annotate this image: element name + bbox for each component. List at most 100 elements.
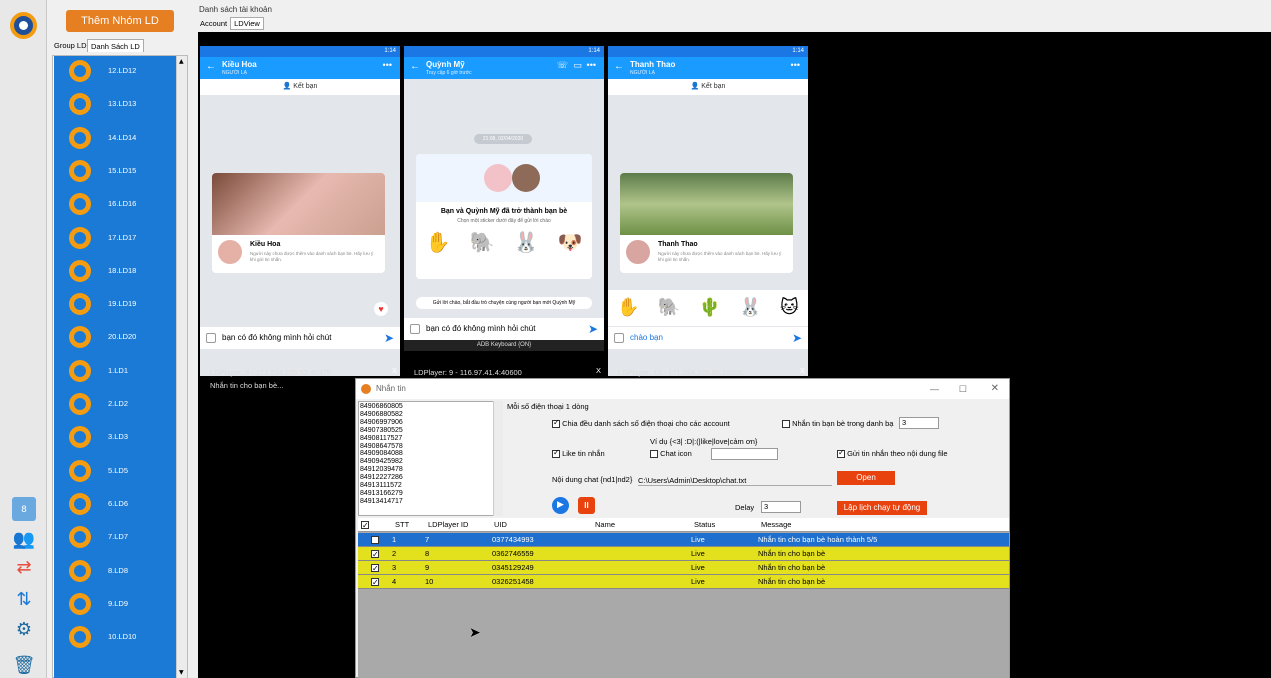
close-icon[interactable]: ✕ bbox=[991, 379, 999, 399]
pause-icon[interactable]: II bbox=[578, 497, 595, 514]
schedule-button[interactable]: Lập lịch chạy tự động bbox=[837, 501, 927, 515]
transfer-icon[interactable]: ⇅ bbox=[12, 588, 36, 612]
row-checkbox[interactable] bbox=[368, 547, 379, 561]
row-checkbox[interactable] bbox=[368, 575, 379, 589]
ld-list-item[interactable]: 10.LD10 bbox=[54, 622, 176, 655]
ld-list-scrollbar[interactable]: ▲ ▼ bbox=[176, 56, 187, 678]
select-all-checkbox[interactable] bbox=[361, 519, 369, 532]
ld-list-item[interactable]: 16.LD16 bbox=[54, 189, 176, 222]
emoji-icon[interactable] bbox=[614, 333, 624, 343]
like-checkbox[interactable] bbox=[552, 448, 560, 459]
phone-number-item[interactable]: 84909084088 bbox=[360, 450, 501, 458]
chat-icon-option[interactable]: Chat icon bbox=[650, 449, 692, 459]
wave-sticker-icon[interactable]: ✋ bbox=[426, 230, 451, 254]
friend-contacts-checkbox[interactable] bbox=[782, 420, 790, 429]
ld-list-item[interactable]: 1.LD1 bbox=[54, 356, 176, 389]
scroll-down-icon[interactable]: ▼ bbox=[179, 669, 184, 676]
message-input[interactable]: bạn có đó không mình hỏi chút ➤ bbox=[200, 327, 400, 349]
split-accounts-option[interactable]: Chia đều danh sách số điện thoại cho các… bbox=[552, 418, 730, 429]
close-phone-1[interactable]: X bbox=[392, 366, 397, 375]
close-phone-3[interactable]: X bbox=[800, 366, 805, 375]
calendar-icon[interactable]: 8 bbox=[12, 497, 36, 521]
ld-list-item[interactable]: 9.LD9 bbox=[54, 589, 176, 622]
more-icon[interactable]: ••• bbox=[791, 60, 800, 70]
play-icon[interactable]: ▶ bbox=[552, 497, 569, 514]
phone-number-list[interactable]: 84906860805 84906880582 84906997906 8490738… bbox=[358, 401, 503, 516]
phone-number-item[interactable]: 84906997906 bbox=[360, 419, 501, 427]
rabbit-sticker-icon[interactable]: 🐰 bbox=[514, 230, 539, 254]
table-row[interactable]: 1 7 0377434993 Live Nhắn tin cho bạn bè … bbox=[358, 533, 1009, 547]
rabbit-sticker-icon[interactable]: 🐰 bbox=[739, 290, 761, 326]
ld-list-item[interactable]: 15.LD15 bbox=[54, 156, 176, 189]
tab-group-ld[interactable]: Group LD bbox=[51, 39, 90, 52]
send-icon[interactable]: ➤ bbox=[384, 327, 394, 349]
table-row[interactable]: 2 8 0362746559 Live Nhắn tin cho bạn bè bbox=[358, 547, 1009, 561]
friend-contacts-option[interactable]: Nhắn tin bạn bè trong danh bạ bbox=[782, 419, 893, 429]
send-icon[interactable]: ➤ bbox=[792, 327, 802, 349]
col-status[interactable]: Status bbox=[691, 518, 757, 532]
ld-list-item[interactable]: 13.LD13 bbox=[54, 89, 176, 122]
gear-icon[interactable]: ⚙ bbox=[12, 618, 36, 642]
video-icon[interactable]: ▭ bbox=[573, 60, 582, 71]
sticker-row[interactable]: ✋ 🐘 🐰 🐶 bbox=[416, 230, 592, 254]
table-row[interactable]: 4 10 0326251458 Live Nhắn tin cho bạn bè bbox=[358, 575, 1009, 589]
phone-number-item[interactable]: 84912039478 bbox=[360, 466, 501, 474]
row-checkbox[interactable] bbox=[368, 533, 379, 547]
file-content-checkbox[interactable] bbox=[837, 448, 845, 459]
back-arrow-icon[interactable]: ← bbox=[614, 61, 624, 72]
add-group-button[interactable]: Thêm Nhóm LD bbox=[66, 10, 174, 32]
file-content-option[interactable]: Gửi tin nhắn theo nội dung file bbox=[837, 448, 948, 459]
header-select-all[interactable] bbox=[358, 518, 386, 532]
more-icon[interactable]: ••• bbox=[383, 60, 392, 70]
phone-screen-2[interactable]: 1:14 ← Quỳnh Mỹ Truy cập 6 giờ trước ☏ ▭… bbox=[404, 46, 604, 351]
file-path-field[interactable]: C:\Users\Admin\Desktop\chat.txt bbox=[638, 476, 832, 486]
ld-list-item[interactable]: 19.LD19 bbox=[54, 289, 176, 322]
add-friend-button[interactable]: 👤 Kết bạn bbox=[608, 79, 808, 95]
add-friend-button[interactable]: 👤 Kết bạn bbox=[200, 79, 400, 95]
users-icon[interactable]: 👥 bbox=[12, 528, 36, 552]
ld-list-item[interactable]: 5.LD5 bbox=[54, 456, 176, 489]
ld-list-item[interactable]: 14.LD14 bbox=[54, 123, 176, 156]
back-arrow-icon[interactable]: ← bbox=[410, 61, 420, 72]
row-checkbox[interactable] bbox=[368, 561, 379, 575]
row-checkbox-box[interactable] bbox=[371, 562, 379, 575]
cactus-sticker-icon[interactable]: 🌵 bbox=[699, 290, 721, 326]
ld-list-item[interactable]: 3.LD3 bbox=[54, 422, 176, 455]
ld-list-item[interactable]: 2.LD2 bbox=[54, 389, 176, 422]
emoji-icon[interactable] bbox=[206, 333, 216, 343]
maximize-icon[interactable]: ☐ bbox=[959, 379, 967, 399]
sticker-picker[interactable]: ✋ 🐘 🌵 🐰 🐱 bbox=[608, 290, 808, 326]
row-checkbox-box[interactable] bbox=[371, 548, 379, 561]
scroll-up-icon[interactable]: ▲ bbox=[179, 58, 184, 65]
ld-list-item[interactable]: 8.LD8 bbox=[54, 556, 176, 589]
delay-stepper[interactable]: 3 bbox=[761, 501, 801, 513]
row-checkbox-box[interactable] bbox=[371, 534, 379, 547]
phone-number-item[interactable]: 84913111572 bbox=[360, 482, 501, 490]
call-icon[interactable]: ☏ bbox=[557, 60, 568, 71]
col-ldplayer-id[interactable]: LDPlayer ID bbox=[425, 518, 491, 532]
ld-list-item[interactable]: 12.LD12 bbox=[54, 56, 176, 89]
tab-account[interactable]: Account bbox=[197, 18, 230, 29]
phone-number-item[interactable]: 84907380525 bbox=[360, 427, 501, 435]
phone-number-item[interactable]: 84913166279 bbox=[360, 490, 501, 498]
phone-number-item[interactable]: 84906880582 bbox=[360, 411, 501, 419]
heart-icon[interactable]: ♥ bbox=[374, 302, 388, 316]
tab-ldview[interactable]: LDView bbox=[230, 17, 264, 30]
col-stt[interactable]: STT bbox=[392, 518, 422, 532]
message-input[interactable]: chào bạn ➤ bbox=[608, 327, 808, 349]
cat-sticker-icon[interactable]: 🐱 bbox=[780, 290, 799, 326]
wave-sticker-icon[interactable]: ✋ bbox=[617, 290, 639, 326]
table-row[interactable]: 3 9 0345129249 Live Nhắn tin cho bạn bè bbox=[358, 561, 1009, 575]
split-accounts-checkbox[interactable] bbox=[552, 418, 560, 429]
phone-number-item[interactable]: 84908647578 bbox=[360, 443, 501, 451]
like-option[interactable]: Like tin nhắn bbox=[552, 448, 605, 459]
back-arrow-icon[interactable]: ← bbox=[206, 61, 216, 72]
close-phone-2[interactable]: X bbox=[596, 366, 601, 375]
friend-contacts-stepper[interactable]: 3 bbox=[899, 417, 939, 429]
phone-screen-1[interactable]: 1:14 ← Kiều Hoa NGƯỜI LẠ ••• 👤 Kết bạn K… bbox=[200, 46, 400, 376]
phone-number-item[interactable]: 84909425982 bbox=[360, 458, 501, 466]
col-message[interactable]: Message bbox=[758, 518, 1008, 532]
elephant-sticker-icon[interactable]: 🐘 bbox=[658, 290, 680, 326]
open-button[interactable]: Open bbox=[837, 471, 895, 485]
phone-number-item[interactable]: 84912227286 bbox=[360, 474, 501, 482]
